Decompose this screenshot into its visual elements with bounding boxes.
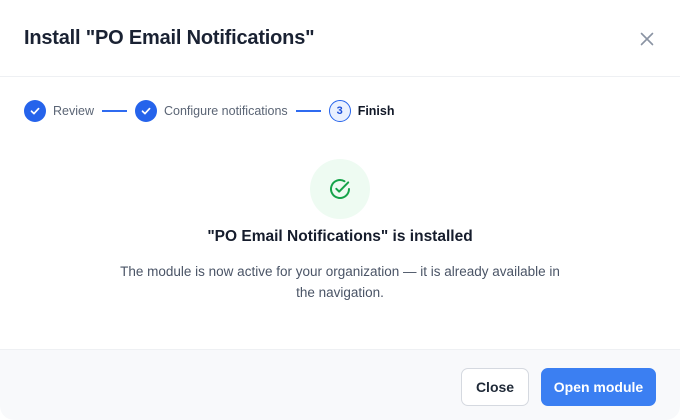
step-review: Review bbox=[24, 100, 94, 122]
step-complete-marker bbox=[135, 100, 157, 122]
dialog-footer: Close Open module bbox=[0, 349, 680, 420]
step-number: 3 bbox=[328, 100, 351, 122]
close-icon bbox=[640, 32, 654, 46]
step-configure-notifications: Configure notifications bbox=[135, 100, 288, 122]
success-badge bbox=[310, 159, 370, 219]
success-description: The module is now active for your organi… bbox=[120, 264, 560, 300]
install-stepper: Review Configure notifications 3 Finish bbox=[24, 100, 395, 122]
step-finish: 3 Finish bbox=[328, 100, 395, 122]
install-module-dialog: Install "PO Email Notifications" Review … bbox=[0, 0, 680, 420]
close-button[interactable]: Close bbox=[461, 368, 529, 406]
step-complete-marker bbox=[24, 100, 46, 122]
step-connector bbox=[102, 110, 127, 112]
step-label: Review bbox=[53, 104, 94, 118]
step-label: Finish bbox=[357, 104, 395, 118]
success-title: "PO Email Notifications" is installed bbox=[207, 228, 473, 245]
dialog-header: Install "PO Email Notifications" bbox=[0, 0, 680, 77]
close-dialog-button[interactable] bbox=[634, 26, 660, 52]
step-connector bbox=[295, 110, 321, 112]
dialog-title: Install "PO Email Notifications" bbox=[24, 26, 315, 49]
check-icon bbox=[141, 107, 151, 115]
step-label: Configure notifications bbox=[164, 104, 288, 118]
check-icon bbox=[30, 107, 40, 115]
open-module-button[interactable]: Open module bbox=[541, 368, 656, 406]
check-circle-icon bbox=[330, 179, 350, 199]
